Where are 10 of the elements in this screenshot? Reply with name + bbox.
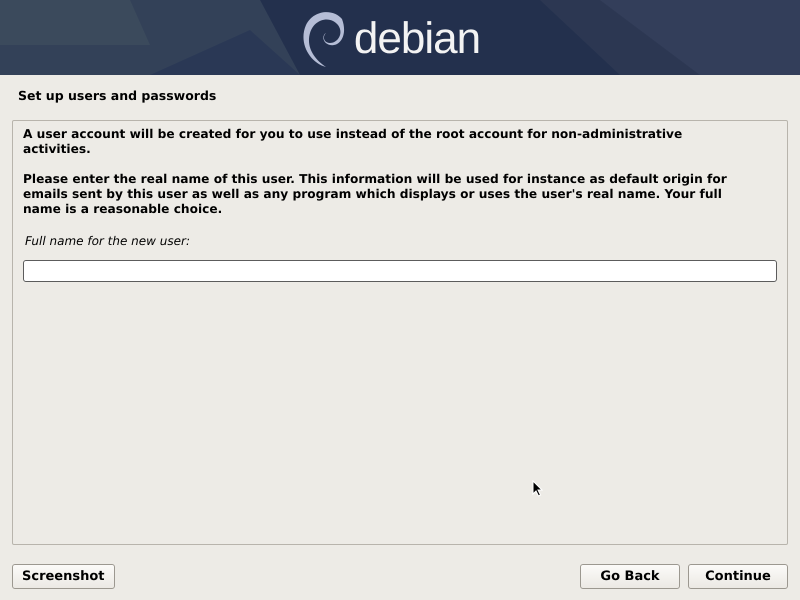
logo-text: debian [354, 16, 480, 60]
button[interactable]: Continue [688, 564, 788, 589]
paragraph: A user account will be created for you to use instead of the root account for non-administrative activities. [23, 126, 684, 157]
field-label: Full name for the new user: [25, 232, 190, 250]
page-title: Set up users and passwords [17, 87, 218, 105]
full-name-field[interactable] [23, 260, 777, 282]
button[interactable]: Go Back [580, 564, 680, 589]
paragraph: Please enter the real name of this user. This information will be used for instance as default origin for emails sent by this user as well as any program which displays or uses the user's real name. Your full name is a reasonable choice. [23, 172, 728, 217]
button[interactable]: Screenshot [12, 564, 115, 589]
mouse-cursor-icon [532, 480, 543, 497]
